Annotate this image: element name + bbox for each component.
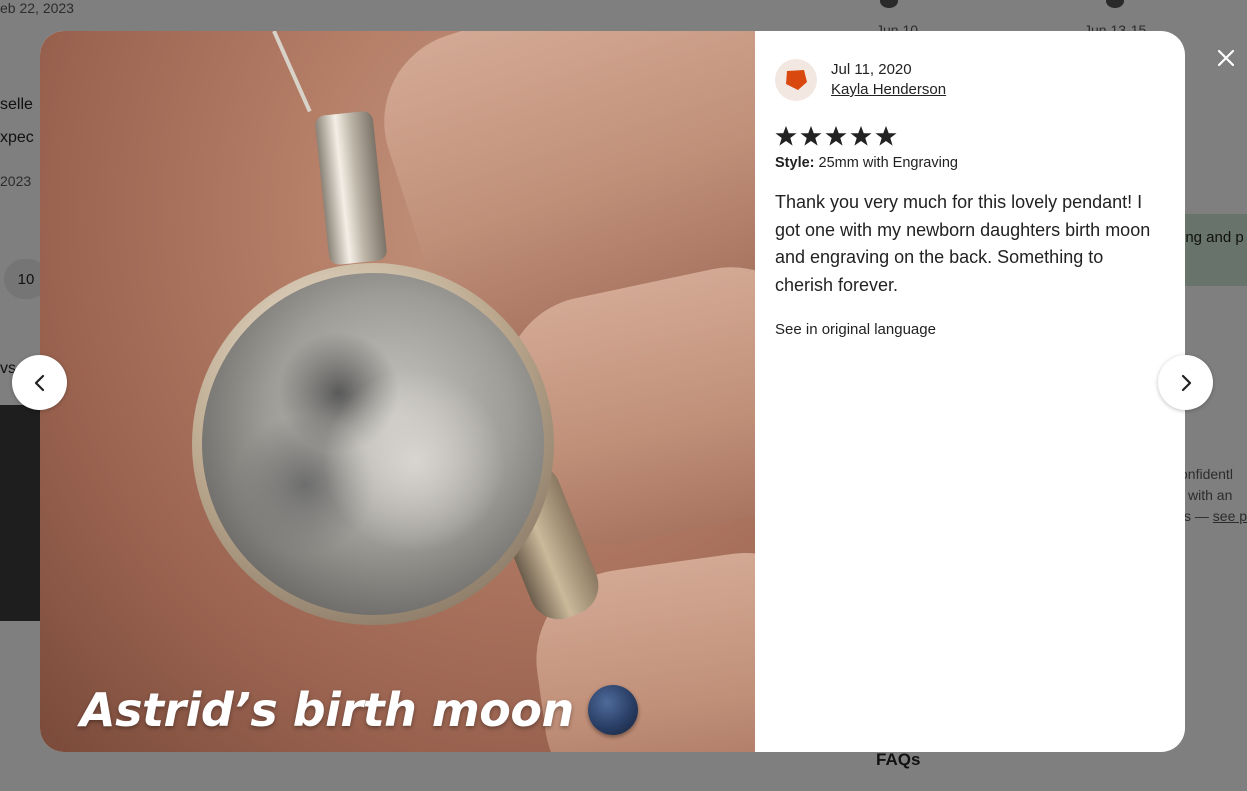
next-photo-button[interactable] bbox=[1158, 355, 1213, 410]
star-icon bbox=[825, 125, 847, 146]
star-rating bbox=[775, 125, 1165, 147]
close-modal-button[interactable] bbox=[1212, 44, 1240, 72]
review-panel: Jul 11, 2020 Kayla Henderson Style: 25mm… bbox=[755, 31, 1185, 752]
see-original-language-link[interactable]: See in original language bbox=[775, 321, 1165, 338]
purchased-style: Style: 25mm with Engraving bbox=[775, 155, 1165, 171]
reviewer-name-link[interactable]: Kayla Henderson bbox=[831, 80, 946, 100]
review-date: Jul 11, 2020 bbox=[831, 61, 912, 78]
review-photo-modal: Astrid’s birth moon Jul 11, 2020 Kayla H… bbox=[40, 31, 1185, 752]
moon-emoji-icon bbox=[587, 685, 638, 735]
photo-caption-text: Astrid’s birth moon bbox=[80, 683, 574, 737]
star-icon bbox=[775, 125, 797, 146]
review-photo: Astrid’s birth moon bbox=[40, 31, 755, 752]
chevron-left-icon bbox=[34, 374, 44, 391]
photo-caption: Astrid’s birth moon bbox=[80, 683, 638, 737]
photo-chain bbox=[272, 31, 312, 113]
previous-photo-button[interactable] bbox=[12, 355, 67, 410]
star-icon bbox=[850, 125, 872, 146]
star-icon bbox=[875, 125, 897, 146]
review-text: Thank you very much for this lovely pend… bbox=[775, 192, 1151, 295]
star-icon bbox=[800, 125, 822, 146]
reviewer-meta: Jul 11, 2020 Kayla Henderson bbox=[831, 60, 946, 100]
chevron-right-icon bbox=[1181, 374, 1191, 391]
close-icon bbox=[1217, 49, 1235, 67]
style-value: 25mm with Engraving bbox=[818, 155, 958, 171]
photo-moon-image bbox=[202, 273, 544, 615]
style-label: Style: bbox=[775, 155, 815, 171]
photo-pendant-bail bbox=[314, 110, 388, 266]
reviewer-info: Jul 11, 2020 Kayla Henderson bbox=[775, 59, 1165, 101]
pentagon-avatar-icon bbox=[786, 70, 807, 90]
avatar[interactable] bbox=[775, 59, 817, 101]
